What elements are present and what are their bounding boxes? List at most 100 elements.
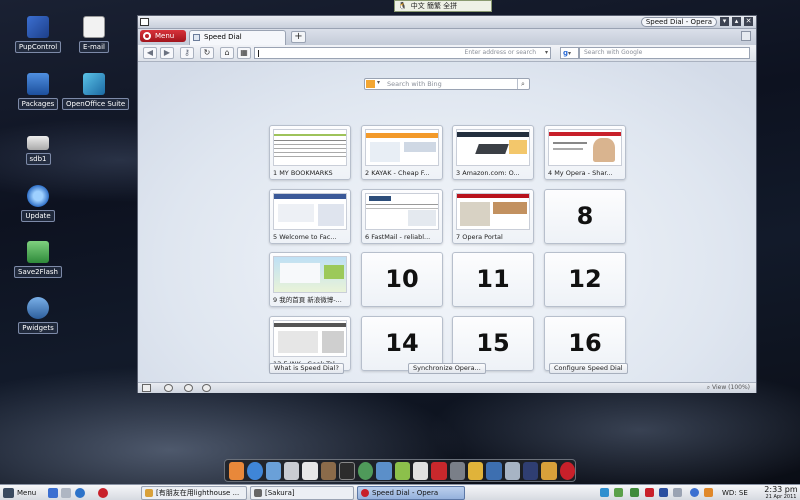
speed-dial-10[interactable]: 10 (361, 252, 443, 307)
window-menu-button[interactable] (140, 18, 149, 26)
chart-icon[interactable] (486, 461, 502, 480)
desktop-icon-email[interactable]: E-mail (62, 16, 126, 53)
opera-menu-button[interactable]: Menu (140, 30, 186, 42)
opera-tray-icon[interactable] (645, 488, 654, 497)
keyboard-layout[interactable]: WD: SE (722, 487, 748, 499)
bing-search-input[interactable]: ▾ Search with Bing ⌕ (364, 78, 530, 90)
task-lighthouse[interactable]: [有朋友在用lighthouse ... (141, 486, 247, 500)
reload-icon[interactable]: ↻ (200, 47, 214, 59)
drive-icon[interactable] (659, 488, 668, 497)
home-icon[interactable]: ⌂ (220, 47, 234, 59)
tab-speed-dial[interactable]: Speed Dial (189, 30, 286, 45)
network-icon[interactable] (600, 488, 609, 497)
speed-dial-9[interactable]: 9 我的首頁 新浪微博-... (269, 252, 351, 307)
terminal-icon[interactable] (339, 461, 355, 480)
user-icon[interactable] (265, 461, 282, 480)
lock-icon[interactable] (541, 461, 557, 480)
speed-dial-1[interactable]: 1 MY BOOKMARKS (269, 125, 351, 180)
opera-icon (361, 489, 369, 497)
dial-caption: 6 FastMail - reliabl... (365, 233, 431, 241)
folder-icon[interactable] (61, 488, 71, 498)
desktop-icon[interactable] (48, 488, 58, 498)
photo-icon[interactable] (376, 461, 392, 480)
google-search-input[interactable]: Search with Google (579, 47, 750, 59)
paint-icon[interactable] (467, 461, 484, 480)
key-icon[interactable]: ⚷ (180, 47, 194, 59)
media-icon[interactable] (431, 461, 447, 480)
back-arrow-icon[interactable]: ◀ (143, 47, 157, 59)
speed-dial-4[interactable]: 4 My Opera - Shar... (544, 125, 626, 180)
speed-dial-6[interactable]: 6 FastMail - reliabl... (361, 189, 443, 244)
close-button[interactable]: ✕ (744, 17, 753, 26)
tab-panel-toggle-icon[interactable] (741, 31, 751, 41)
clock-icon[interactable] (690, 488, 699, 497)
clock-time: 2:33 pm (764, 485, 798, 494)
update-icon[interactable] (630, 488, 639, 497)
speed-dial-8[interactable]: 8 (544, 189, 626, 244)
speed-dial-5[interactable]: 5 Welcome to Fac... (269, 189, 351, 244)
panel-toggle-icon[interactable] (142, 384, 151, 392)
window-titlebar[interactable]: Speed Dial - Opera ▾ ▴ ✕ (138, 16, 756, 29)
desktop-icon-save2flash[interactable]: Save2Flash (6, 241, 70, 278)
new-tab-button[interactable]: + (291, 31, 306, 43)
globe-icon[interactable] (247, 461, 263, 480)
desktop-icon-packages[interactable]: Packages (6, 73, 70, 110)
speed-dial-2[interactable]: 2 KAYAK - Cheap F... (361, 125, 443, 180)
desktop-icon-pupcontrol[interactable]: PupControl (6, 16, 70, 53)
speed-dial-3[interactable]: 3 Amazon.com: O... (452, 125, 534, 180)
volume-icon[interactable] (673, 488, 682, 497)
desktop-icon-pwidgets[interactable]: Pwidgets (6, 297, 70, 334)
penguin-icon: 🐧 (398, 2, 407, 10)
desktop-icon-openoffice[interactable]: OpenOffice Suite (62, 73, 130, 110)
network-icon[interactable] (357, 461, 374, 480)
dial-thumbnail (273, 193, 347, 230)
address-input[interactable]: Enter address or search ▾ (254, 47, 551, 59)
settings-icon[interactable] (449, 461, 465, 480)
search-icon[interactable]: ⌕ (517, 79, 528, 89)
home-icon[interactable] (229, 461, 245, 480)
input-method-text: 中文 簡繁 全拼 (410, 2, 458, 10)
package-icon (27, 73, 49, 95)
maximize-button[interactable]: ▴ (732, 17, 741, 26)
minimize-button[interactable]: ▾ (720, 17, 729, 26)
turbo-icon[interactable] (164, 384, 173, 392)
desktop-icon-update[interactable]: Update (6, 185, 70, 222)
browser-icon[interactable] (75, 488, 85, 498)
chess-icon[interactable] (320, 461, 337, 480)
moon-icon[interactable] (523, 461, 539, 480)
desktop-icon-sdb1[interactable]: sdb1 (6, 130, 70, 165)
input-method-tray[interactable]: 🐧 中文 簡繁 全拼 (394, 0, 492, 12)
opera-icon[interactable] (98, 488, 108, 498)
satellite-icon[interactable] (504, 461, 521, 480)
configure-speed-dial-button[interactable]: Configure Speed Dial (549, 363, 628, 374)
chevron-down-icon[interactable]: ▾ (377, 79, 380, 86)
what-is-speed-dial-button[interactable]: What is Speed Dial? (269, 363, 344, 374)
task-label: [有朋友在用lighthouse ... (156, 489, 240, 497)
battery-icon[interactable] (614, 488, 623, 497)
chevron-down-icon[interactable]: ▾ (545, 48, 548, 58)
speed-dial-7[interactable]: 7 Opera Portal (452, 189, 534, 244)
unite-icon[interactable] (184, 384, 193, 392)
printer-icon[interactable] (284, 461, 300, 480)
clock[interactable]: 2:33 pm 21 Apr 2011 (762, 485, 800, 500)
synchronize-opera-button[interactable]: Synchronize Opera... (408, 363, 486, 374)
google-engine-icon[interactable]: g▾ (560, 47, 579, 59)
calculator-icon[interactable] (394, 461, 410, 480)
start-menu-button[interactable]: Menu (3, 487, 36, 499)
forward-arrow-icon[interactable]: ▶ (160, 47, 174, 59)
window-title: Speed Dial - Opera (640, 17, 717, 27)
notes-icon[interactable] (412, 461, 429, 480)
task-speed-dial-opera[interactable]: Speed Dial - Opera (357, 486, 465, 500)
penguin-icon[interactable] (302, 461, 318, 480)
dial-thumbnail (548, 129, 622, 166)
zoom-control[interactable]: ⌕ View (100%) (707, 384, 750, 392)
weather-icon[interactable] (704, 488, 713, 497)
widget-icon (27, 297, 49, 319)
speed-dial-11[interactable]: 11 (452, 252, 534, 307)
terminal-icon (254, 489, 262, 497)
block-icon[interactable] (202, 384, 211, 392)
speed-dial-grid-icon[interactable]: ▦ (237, 47, 251, 59)
task-sakura[interactable]: [Sakura] (250, 486, 354, 500)
speed-dial-12[interactable]: 12 (544, 252, 626, 307)
opera-icon[interactable] (559, 461, 576, 480)
